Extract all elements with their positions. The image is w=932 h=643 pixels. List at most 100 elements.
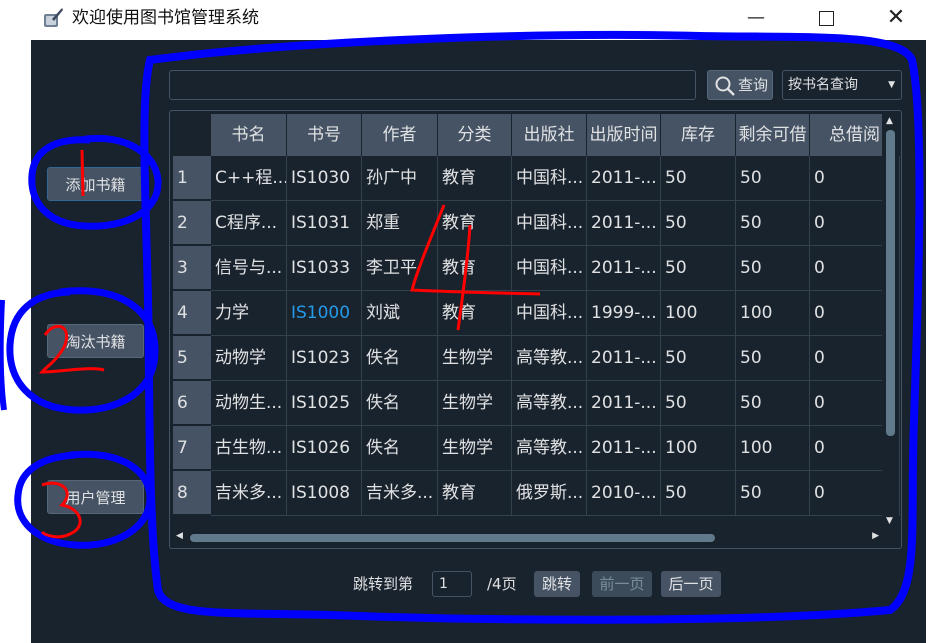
next-page-button[interactable]: 后一页 — [661, 571, 721, 597]
table-cell[interactable]: IS1023 — [287, 336, 362, 381]
table-cell[interactable]: 50 — [736, 336, 810, 381]
user-management-button[interactable]: 用户管理 — [47, 480, 144, 514]
table-cell[interactable]: IS1026 — [287, 426, 362, 471]
table-cell[interactable]: 2011-... — [587, 426, 661, 471]
search-input[interactable] — [169, 70, 696, 100]
horizontal-scroll-thumb[interactable] — [190, 534, 715, 542]
column-header[interactable]: 作者 — [362, 114, 438, 156]
row-number[interactable]: 7 — [173, 426, 211, 470]
row-number[interactable]: 3 — [173, 246, 211, 290]
table-cell[interactable]: 100 — [661, 291, 736, 336]
table-cell[interactable]: 佚名 — [362, 426, 438, 471]
table-cell[interactable]: 生物学 — [438, 381, 512, 426]
table-cell[interactable]: 高等教... — [512, 336, 587, 381]
column-header[interactable]: 书名 — [211, 114, 287, 156]
table-cell[interactable]: IS1031 — [287, 201, 362, 246]
table-cell[interactable]: 1999-... — [587, 291, 661, 336]
table-cell[interactable]: 50 — [736, 201, 810, 246]
table-cell[interactable]: 力学 — [211, 291, 287, 336]
table-cell[interactable]: 100 — [661, 426, 736, 471]
table-cell[interactable]: 古生物... — [211, 426, 287, 471]
table-cell[interactable]: 50 — [661, 201, 736, 246]
minimize-button[interactable]: — — [736, 6, 776, 30]
row-number[interactable]: 1 — [173, 156, 211, 200]
table-cell[interactable]: 生物学 — [438, 426, 512, 471]
table-cell[interactable]: IS1025 — [287, 381, 362, 426]
close-button[interactable]: ✕ — [876, 6, 916, 30]
table-cell[interactable]: 中国科... — [512, 246, 587, 291]
table-cell[interactable]: 佚名 — [362, 336, 438, 381]
table-cell[interactable]: 郑重 — [362, 201, 438, 246]
column-header[interactable]: 书号 — [287, 114, 362, 156]
table-cell[interactable]: 孙广中 — [362, 156, 438, 201]
column-header[interactable]: 分类 — [438, 114, 512, 156]
column-header[interactable]: 出版社 — [512, 114, 587, 156]
table-cell[interactable]: C++程... — [211, 156, 287, 201]
table-cell[interactable]: 2011-... — [587, 246, 661, 291]
table-cell[interactable]: 2011-... — [587, 336, 661, 381]
table-cell[interactable]: 2011-... — [587, 156, 661, 201]
add-books-button[interactable]: 添加书籍 — [47, 167, 144, 201]
scroll-up-icon[interactable]: ▲ — [886, 116, 893, 126]
table-cell[interactable]: 动物生... — [211, 381, 287, 426]
table-cell[interactable]: IS1033 — [287, 246, 362, 291]
table-cell[interactable]: 教育 — [438, 201, 512, 246]
table-cell[interactable]: 教育 — [438, 156, 512, 201]
scroll-right-icon[interactable]: ▶ — [872, 531, 879, 541]
table-cell[interactable]: 中国科... — [512, 156, 587, 201]
table-cell[interactable]: 高等教... — [512, 381, 587, 426]
maximize-button[interactable] — [806, 6, 846, 30]
table-cell[interactable]: 50 — [661, 471, 736, 516]
table-cell[interactable]: 教育 — [438, 471, 512, 516]
vertical-scrollbar[interactable]: ▲ ▼ — [882, 114, 899, 528]
table-cell[interactable]: 教育 — [438, 246, 512, 291]
table-cell[interactable]: 50 — [661, 246, 736, 291]
table-cell[interactable]: 动物学 — [211, 336, 287, 381]
column-header[interactable]: 出版时间 — [587, 114, 661, 156]
row-number[interactable]: 2 — [173, 201, 211, 245]
table-cell[interactable]: 50 — [736, 381, 810, 426]
row-number[interactable]: 4 — [173, 291, 211, 335]
table-cell[interactable]: 50 — [661, 156, 736, 201]
table-cell[interactable]: 2011-... — [587, 381, 661, 426]
previous-page-button[interactable]: 前一页 — [592, 571, 652, 597]
table-cell[interactable]: IS1000 — [287, 291, 362, 336]
table-cell[interactable]: 100 — [736, 291, 810, 336]
table-cell[interactable]: IS1008 — [287, 471, 362, 516]
table-cell[interactable]: 50 — [736, 156, 810, 201]
table-cell[interactable]: 教育 — [438, 291, 512, 336]
table-cell[interactable]: 吉米多... — [362, 471, 438, 516]
remove-books-button[interactable]: 淘汰书籍 — [47, 324, 144, 358]
column-header[interactable]: 剩余可借 — [736, 114, 810, 156]
table-cell[interactable]: 50 — [661, 336, 736, 381]
row-number[interactable]: 5 — [173, 336, 211, 380]
table-cell[interactable]: 100 — [736, 426, 810, 471]
search-button[interactable]: 查询 — [707, 70, 773, 100]
table-cell[interactable]: 李卫平 — [362, 246, 438, 291]
row-number[interactable]: 8 — [173, 471, 211, 515]
jump-button[interactable]: 跳转 — [534, 571, 580, 597]
table-cell[interactable]: 50 — [661, 381, 736, 426]
table-cell[interactable]: 中国科... — [512, 201, 587, 246]
table-cell[interactable]: 中国科... — [512, 291, 587, 336]
table-cell[interactable]: 刘斌 — [362, 291, 438, 336]
search-mode-select[interactable]: 按书名查询 ▼ — [782, 70, 902, 100]
table-cell[interactable]: IS1030 — [287, 156, 362, 201]
page-number-input[interactable]: 1 — [432, 571, 472, 597]
horizontal-scrollbar[interactable]: ◀ ▶ — [173, 530, 882, 546]
books-table[interactable]: 书名 书号 作者 分类 出版社 出版时间 库存 剩余可借 总借阅 1 C++程... IS1030 孙… — [169, 110, 902, 549]
table-cell[interactable]: 吉米多... — [211, 471, 287, 516]
scroll-down-icon[interactable]: ▼ — [886, 516, 893, 526]
vertical-scroll-thumb[interactable] — [886, 130, 895, 436]
table-cell[interactable]: 生物学 — [438, 336, 512, 381]
table-cell[interactable]: 信号与... — [211, 246, 287, 291]
table-cell[interactable]: 俄罗斯... — [512, 471, 587, 516]
table-cell[interactable]: 2011-... — [587, 201, 661, 246]
table-cell[interactable]: 高等教... — [512, 426, 587, 471]
table-cell[interactable]: 佚名 — [362, 381, 438, 426]
table-cell[interactable]: 2010-... — [587, 471, 661, 516]
column-header[interactable]: 库存 — [661, 114, 736, 156]
table-cell[interactable]: 50 — [736, 246, 810, 291]
table-cell[interactable]: C程序... — [211, 201, 287, 246]
scroll-left-icon[interactable]: ◀ — [176, 531, 183, 541]
